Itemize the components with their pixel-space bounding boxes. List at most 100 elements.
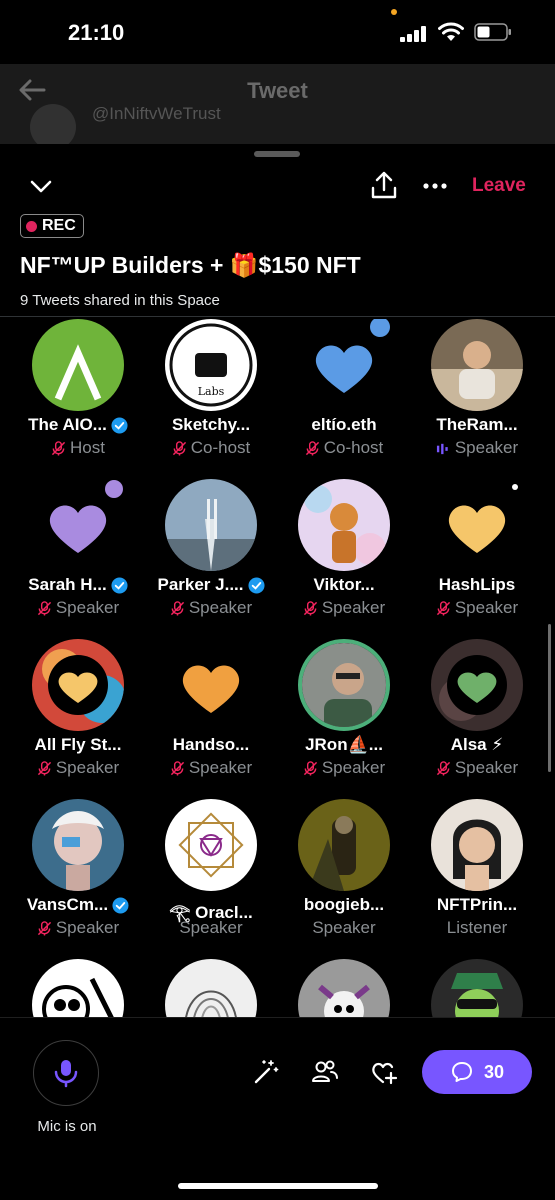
cellular-signal-icon — [400, 26, 426, 42]
participant-card[interactable]: Labs Sketchy... Co-host — [144, 319, 278, 475]
participant-role: Speaker — [321, 758, 386, 777]
comments-button[interactable]: 30 — [422, 1050, 532, 1094]
leave-button[interactable]: Leave — [472, 175, 526, 197]
space-title: NF™UP Builders + 🎁$150 NFT — [20, 252, 361, 278]
avatar — [431, 639, 523, 731]
rec-badge: REC — [20, 214, 84, 238]
more-options-icon[interactable] — [423, 183, 447, 189]
participant-role: Speaker — [55, 918, 120, 937]
mic-muted-icon — [303, 600, 317, 616]
participant-card[interactable]: boogieb... Speaker — [277, 799, 411, 955]
participant-name: Parker J.... — [157, 575, 244, 594]
avatar — [298, 639, 390, 731]
participant-name: eltío.eth — [311, 415, 377, 434]
participant-name: boogieb... — [303, 895, 385, 914]
speaking-bars-icon — [436, 443, 448, 454]
participant-role: Speaker — [179, 918, 243, 937]
status-bar: 21:10 — [0, 0, 555, 64]
share-icon[interactable] — [371, 170, 397, 200]
participant-role: Host — [70, 438, 105, 457]
mic-muted-icon — [305, 440, 319, 456]
participant-card[interactable]: NFTPrin... Listener — [410, 799, 544, 955]
participant-card[interactable] — [410, 959, 544, 1017]
privacy-indicator-dot — [391, 9, 397, 15]
avatar — [32, 959, 124, 1017]
participant-card[interactable] — [277, 959, 411, 1017]
avatar — [165, 799, 257, 891]
participant-role: Speaker — [188, 598, 253, 617]
participants-grid: The AIO... Host Labs Sketchy... Co-host … — [0, 317, 555, 1017]
participant-role: Speaker — [188, 758, 253, 777]
participant-role: Speaker — [454, 438, 519, 457]
avatar — [32, 639, 124, 731]
participant-card[interactable]: All Fly St... Speaker — [11, 639, 145, 795]
participant-card[interactable]: Alsa ⚡ Speaker — [410, 639, 544, 795]
mic-muted-icon — [436, 760, 450, 776]
avatar — [165, 959, 257, 1017]
chevron-down-icon[interactable] — [29, 174, 53, 198]
participant-card[interactable]: JRon⛵... Speaker — [277, 639, 411, 795]
mic-status-label: Mic is on — [37, 1118, 97, 1135]
participant-card[interactable]: TheRam... Speaker — [410, 319, 544, 475]
scrollbar[interactable] — [548, 624, 551, 772]
participant-name: All Fly St... — [34, 735, 122, 754]
shared-tweets-link[interactable]: 9 Tweets shared in this Space — [20, 292, 220, 309]
participant-name: JRon⛵... — [305, 735, 383, 754]
avatar — [431, 319, 523, 411]
verified-badge-icon — [111, 576, 128, 594]
comment-count: 30 — [483, 1061, 505, 1082]
mic-muted-icon — [37, 760, 51, 776]
mic-muted-icon — [170, 600, 184, 616]
participant-card[interactable] — [144, 959, 278, 1017]
heart-avatar — [32, 479, 124, 571]
participant-card[interactable] — [11, 959, 145, 1017]
rec-label: REC — [42, 217, 76, 234]
react-heart-plus-icon[interactable] — [370, 1058, 398, 1086]
mic-muted-icon — [51, 440, 66, 456]
participant-card[interactable]: Viktor... Speaker — [277, 479, 411, 635]
participant-card[interactable]: Handso... Speaker — [144, 639, 278, 795]
avatar — [298, 799, 390, 891]
participant-card[interactable]: 𓂀 Oracl... Speaker — [144, 799, 278, 955]
svg-text:Labs: Labs — [198, 385, 225, 398]
battery-icon — [474, 23, 511, 41]
participant-card[interactable]: VansCm... Speaker — [11, 799, 145, 955]
verified-badge-icon — [247, 576, 265, 594]
sheet-grabber[interactable] — [254, 151, 300, 157]
participant-role: Co-host — [190, 438, 251, 457]
participant-name: Sarah H... — [28, 575, 107, 594]
participant-role: Speaker — [55, 598, 120, 617]
participant-card[interactable]: eltío.eth Co-host — [277, 319, 411, 475]
verified-badge-icon — [112, 896, 129, 914]
participant-role: Speaker — [55, 758, 120, 777]
recording-dot-icon — [26, 220, 37, 232]
mic-muted-icon — [37, 600, 51, 616]
mic-muted-icon — [303, 760, 317, 776]
status-time: 21:10 — [68, 20, 125, 45]
background-handle: @InNiftvWeTrust — [92, 104, 221, 123]
mic-muted-icon — [170, 760, 184, 776]
participant-card[interactable]: Parker J.... Speaker — [144, 479, 278, 635]
avatar — [431, 799, 523, 891]
verified-badge-icon — [111, 416, 128, 434]
mic-button[interactable] — [33, 1040, 99, 1106]
heart-avatar — [431, 479, 523, 571]
magic-wand-icon[interactable] — [252, 1058, 280, 1086]
participant-role: Speaker — [321, 598, 386, 617]
participant-card[interactable]: HashLips Speaker — [410, 479, 544, 635]
home-indicator[interactable] — [178, 1183, 378, 1189]
participant-name: Viktor... — [313, 575, 375, 594]
participant-name: Handso... — [172, 735, 250, 754]
people-icon[interactable] — [311, 1058, 339, 1086]
participant-name: HashLips — [438, 575, 516, 594]
wifi-icon — [438, 22, 464, 41]
participant-role: Speaker — [454, 598, 519, 617]
participant-role: Speaker — [454, 758, 519, 777]
avatar — [165, 479, 257, 571]
avatar: Labs — [165, 319, 257, 411]
participant-card[interactable]: The AIO... Host — [11, 319, 145, 475]
background-tweet-header — [0, 64, 555, 144]
avatar — [32, 319, 124, 411]
participant-card[interactable]: Sarah H... Speaker — [11, 479, 145, 635]
participant-role: Co-host — [323, 438, 384, 457]
